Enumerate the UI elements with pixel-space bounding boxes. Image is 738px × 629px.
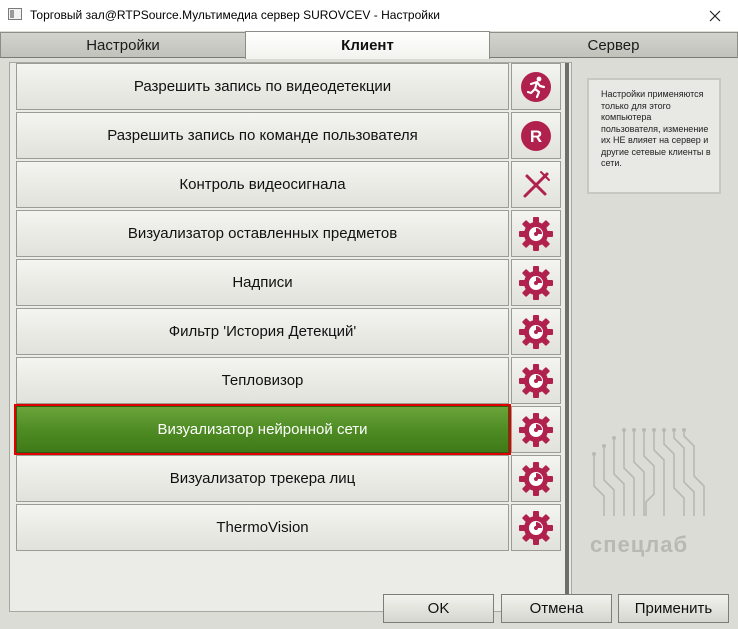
gear-icon xyxy=(517,362,555,400)
module-row: Контроль видеосигнала xyxy=(16,161,564,208)
module-row: Разрешить запись по видеодетекции xyxy=(16,63,564,110)
cancel-button[interactable]: Отмена xyxy=(501,594,612,623)
module-settings-button[interactable] xyxy=(511,161,561,208)
ok-button[interactable]: OK xyxy=(383,594,494,623)
module-row: Тепловизор xyxy=(16,357,564,404)
module-button[interactable]: Фильтр 'История Детекций' xyxy=(16,308,509,355)
module-button[interactable]: Тепловизор xyxy=(16,357,509,404)
module-button[interactable]: Контроль видеосигнала xyxy=(16,161,509,208)
brand-name: спецлаб xyxy=(590,532,688,557)
module-row: Визуализатор трекера лиц xyxy=(16,455,564,502)
module-button[interactable]: Визуализатор нейронной сети xyxy=(16,406,509,453)
close-icon xyxy=(709,10,721,21)
module-button[interactable]: Визуализатор трекера лиц xyxy=(16,455,509,502)
module-settings-button[interactable] xyxy=(511,210,561,257)
module-settings-button[interactable] xyxy=(511,455,561,502)
tab-client[interactable]: Клиент xyxy=(245,31,490,59)
close-button[interactable] xyxy=(692,0,738,31)
module-button[interactable]: Разрешить запись по видеодетекции xyxy=(16,63,509,110)
tab-settings[interactable]: Настройки xyxy=(0,32,246,58)
gear-icon xyxy=(517,264,555,302)
module-settings-button[interactable] xyxy=(511,504,561,551)
gear-icon xyxy=(517,509,555,547)
module-row: ThermoVision xyxy=(16,504,564,551)
tab-server[interactable]: Сервер xyxy=(489,32,738,58)
module-button[interactable]: ThermoVision xyxy=(16,504,509,551)
module-settings-button[interactable] xyxy=(511,259,561,306)
title-bar: Торговый зал@RTPSource.Мультимедиа серве… xyxy=(0,0,738,32)
info-note: Настройки применяются только для этого к… xyxy=(587,78,721,194)
module-button[interactable]: Разрешить запись по команде пользователя xyxy=(16,112,509,159)
module-settings-button[interactable] xyxy=(511,406,561,453)
gear-icon xyxy=(517,411,555,449)
record-r-icon: R xyxy=(520,120,552,152)
tab-bar: Настройки Клиент Сервер xyxy=(0,31,738,59)
module-settings-button[interactable] xyxy=(511,63,561,110)
settings-window: Настройки Клиент Сервер Разрешить запись… xyxy=(0,31,738,629)
runner-icon xyxy=(520,71,552,103)
gear-icon xyxy=(517,313,555,351)
window-title: Торговый зал@RTPSource.Мультимедиа серве… xyxy=(30,8,440,22)
svg-text:R: R xyxy=(530,127,542,146)
module-settings-button[interactable] xyxy=(511,357,561,404)
gear-icon xyxy=(517,460,555,498)
list-scrollbar[interactable] xyxy=(565,63,569,611)
module-settings-button[interactable] xyxy=(511,308,561,355)
module-button[interactable]: Надписи xyxy=(16,259,509,306)
brand-logo: спецлаб xyxy=(588,428,718,558)
app-icon xyxy=(8,8,22,20)
module-settings-button[interactable]: R xyxy=(511,112,561,159)
apply-button[interactable]: Применить xyxy=(618,594,729,623)
signal-cross-icon xyxy=(519,168,553,202)
module-row: Визуализатор нейронной сети xyxy=(16,406,564,453)
module-row: Надписи xyxy=(16,259,564,306)
module-row: Разрешить запись по команде пользователя… xyxy=(16,112,564,159)
gear-icon xyxy=(517,215,555,253)
module-row: Визуализатор оставленных предметов xyxy=(16,210,564,257)
module-row: Фильтр 'История Детекций' xyxy=(16,308,564,355)
module-button[interactable]: Визуализатор оставленных предметов xyxy=(16,210,509,257)
